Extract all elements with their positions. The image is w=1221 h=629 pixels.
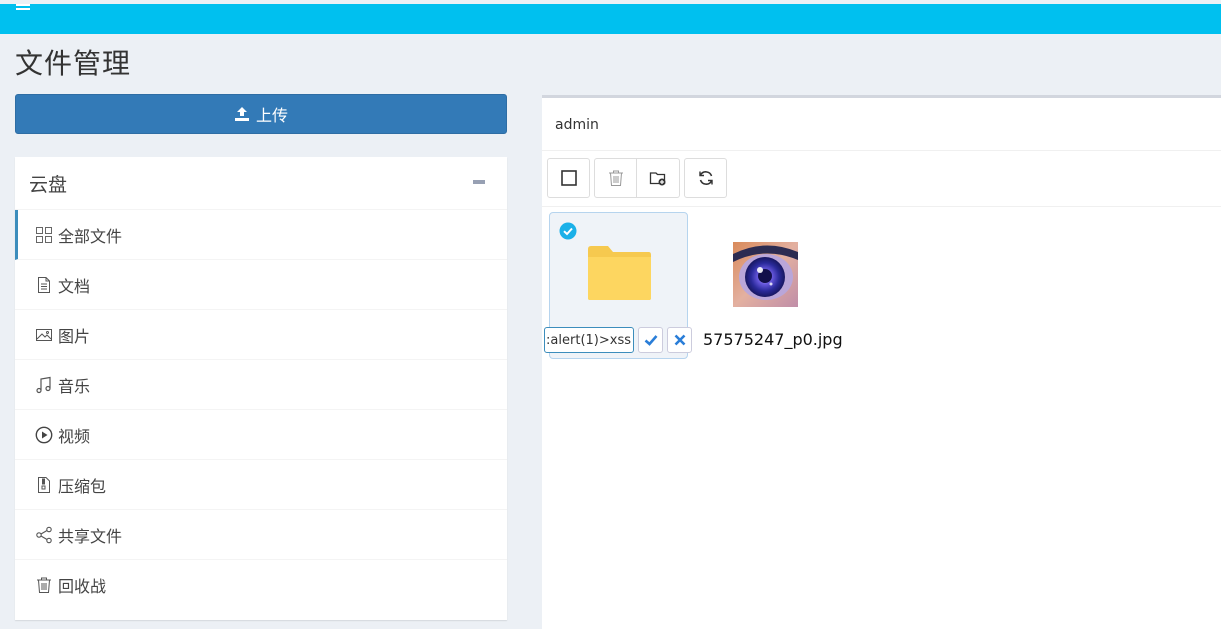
page-title: 文件管理: [15, 47, 132, 80]
trash-icon: [35, 576, 53, 594]
confirm-rename-button[interactable]: [638, 327, 663, 353]
new-folder-icon: [649, 172, 666, 186]
sidebar-item-label: 文档: [58, 276, 91, 296]
rename-input[interactable]: [544, 327, 634, 353]
sidebar-item-shared[interactable]: 共享文件: [15, 510, 507, 560]
folder-item[interactable]: [544, 212, 692, 359]
file-browser-panel: admin pt:alert(1)>xss 57575247_p0.jpg: [542, 95, 1221, 629]
checkbox-icon: [560, 170, 577, 186]
sidebar-item-label: 全部文件: [58, 226, 123, 246]
trash-icon: [608, 170, 623, 186]
refresh-button[interactable]: [684, 158, 727, 198]
sidebar-item-label: 视频: [58, 426, 91, 446]
sidebar-item-archives[interactable]: 压缩包: [15, 460, 507, 510]
check-icon: [644, 335, 657, 346]
sidebar-item-videos[interactable]: 视频: [15, 410, 507, 460]
upload-icon: [234, 107, 249, 121]
document-icon: [35, 276, 53, 294]
breadcrumb[interactable]: admin: [555, 117, 599, 133]
select-all-button[interactable]: [547, 158, 590, 198]
sidebar-item-trash[interactable]: 回收战: [15, 560, 507, 610]
picture-icon: [35, 326, 53, 344]
sidebar-item-label: 共享文件: [58, 526, 123, 546]
cloud-header: 云盘: [15, 157, 507, 210]
file-name: 57575247_p0.jpg: [703, 330, 843, 349]
sidebar-item-label: 回收战: [58, 577, 107, 596]
sidebar-item-music[interactable]: 音乐: [15, 360, 507, 410]
sidebar-item-documents[interactable]: 文档: [15, 260, 507, 310]
cloud-title: 云盘: [29, 174, 68, 196]
minus-icon[interactable]: [473, 180, 485, 184]
file-toolbar: [547, 158, 731, 200]
divider: [542, 206, 1221, 207]
cloud-panel: 云盘 全部文件 文档 图片 音乐 视频 压缩包 共享文件 回收战: [15, 157, 507, 620]
image-file-item[interactable]: 57575247_p0.jpg: [702, 212, 843, 359]
close-icon: [674, 334, 685, 346]
rename-row: [544, 327, 692, 353]
archive-icon: [35, 476, 53, 494]
folder-icon: [588, 246, 651, 300]
image-thumbnail: [733, 242, 798, 307]
sidebar-item-pictures[interactable]: 图片: [15, 310, 507, 360]
top-navbar: [0, 4, 1221, 34]
play-icon: [35, 426, 53, 444]
sidebar-item-label: 图片: [58, 326, 91, 346]
grid-icon: [35, 226, 53, 244]
sidebar-item-label: 压缩包: [58, 476, 107, 496]
check-icon[interactable]: [559, 222, 577, 240]
new-folder-button[interactable]: [637, 158, 680, 198]
upload-label: 上传: [255, 106, 288, 125]
music-icon: [35, 376, 53, 394]
divider: [542, 150, 1221, 151]
sidebar-item-label: 音乐: [58, 376, 91, 396]
share-icon: [35, 526, 53, 544]
hamburger-icon[interactable]: [16, 4, 30, 12]
sidebar-item-all-files[interactable]: 全部文件: [15, 210, 507, 260]
delete-button[interactable]: [594, 158, 637, 198]
upload-button[interactable]: 上传: [15, 94, 507, 134]
refresh-icon: [698, 171, 713, 185]
cancel-rename-button[interactable]: [667, 327, 692, 353]
